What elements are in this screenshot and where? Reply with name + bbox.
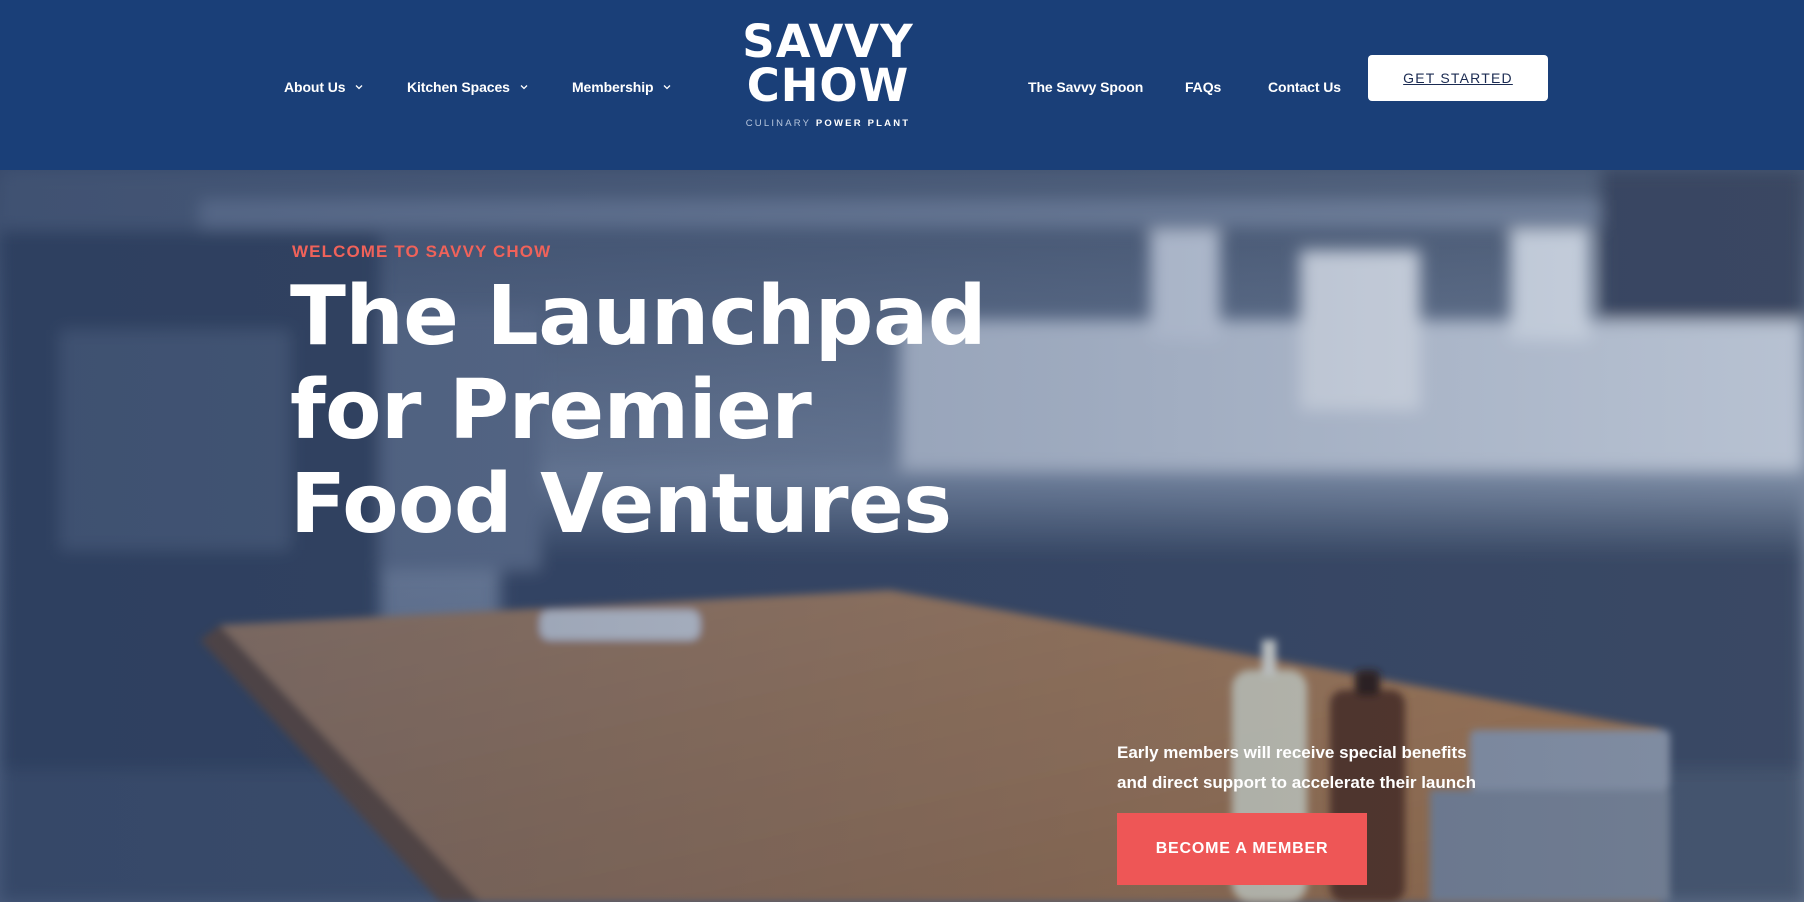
nav-the-savvy-spoon-label: The Savvy Spoon	[1028, 79, 1144, 95]
hero-headline: The Launchpad for Premier Food Ventures	[290, 270, 1050, 552]
hero-headline-line-2: for Premier	[290, 363, 812, 458]
chevron-down-icon	[355, 85, 363, 90]
logo-word-chow: CHOW	[746, 59, 910, 112]
hero-section: WELCOME TO SAVVY CHOW The Launchpad for …	[0, 170, 1804, 902]
hero-benefit-line-2: and direct support to accelerate their l…	[1117, 773, 1476, 792]
logo-tagline: CULINARY POWER PLANT	[746, 118, 911, 129]
nav-the-savvy-spoon[interactable]: The Savvy Spoon	[1028, 76, 1143, 98]
logo-word-savvy: SAVVY	[742, 15, 914, 68]
logo-tagline-culinary: CULINARY	[745, 118, 812, 129]
logo-tagline-power-plant: POWER PLANT	[815, 118, 911, 129]
chevron-down-icon	[520, 85, 528, 90]
nav-kitchen-spaces[interactable]: Kitchen Spaces	[407, 76, 529, 98]
site-logo[interactable]: SAVVY CHOW CULINARY POWER PLANT	[738, 15, 918, 129]
get-started-button[interactable]: GET STARTED	[1368, 55, 1548, 101]
hero-benefit-text: Early members will receive special benef…	[1117, 738, 1537, 798]
nav-membership-label: Membership	[572, 79, 654, 95]
site-header: About Us Kitchen Spaces Membership SAVVY…	[0, 0, 1804, 170]
nav-contact-us-label: Contact Us	[1268, 79, 1341, 95]
hero-headline-line-3: Food Ventures	[290, 457, 952, 552]
nav-faqs[interactable]: FAQs	[1185, 76, 1221, 98]
chevron-down-icon	[664, 85, 671, 90]
nav-kitchen-spaces-label: Kitchen Spaces	[407, 79, 510, 95]
nav-about-us[interactable]: About Us	[284, 76, 364, 98]
become-a-member-button[interactable]: BECOME A MEMBER	[1117, 813, 1367, 885]
nav-contact-us[interactable]: Contact Us	[1268, 76, 1341, 98]
hero-headline-line-1: The Launchpad	[290, 269, 987, 364]
hero-eyebrow: WELCOME TO SAVVY CHOW	[292, 242, 552, 261]
nav-about-us-label: About Us	[284, 79, 346, 95]
hero-benefit-line-1: Early members will receive special benef…	[1117, 743, 1467, 762]
nav-faqs-label: FAQs	[1185, 79, 1222, 95]
nav-membership[interactable]: Membership	[572, 76, 672, 98]
